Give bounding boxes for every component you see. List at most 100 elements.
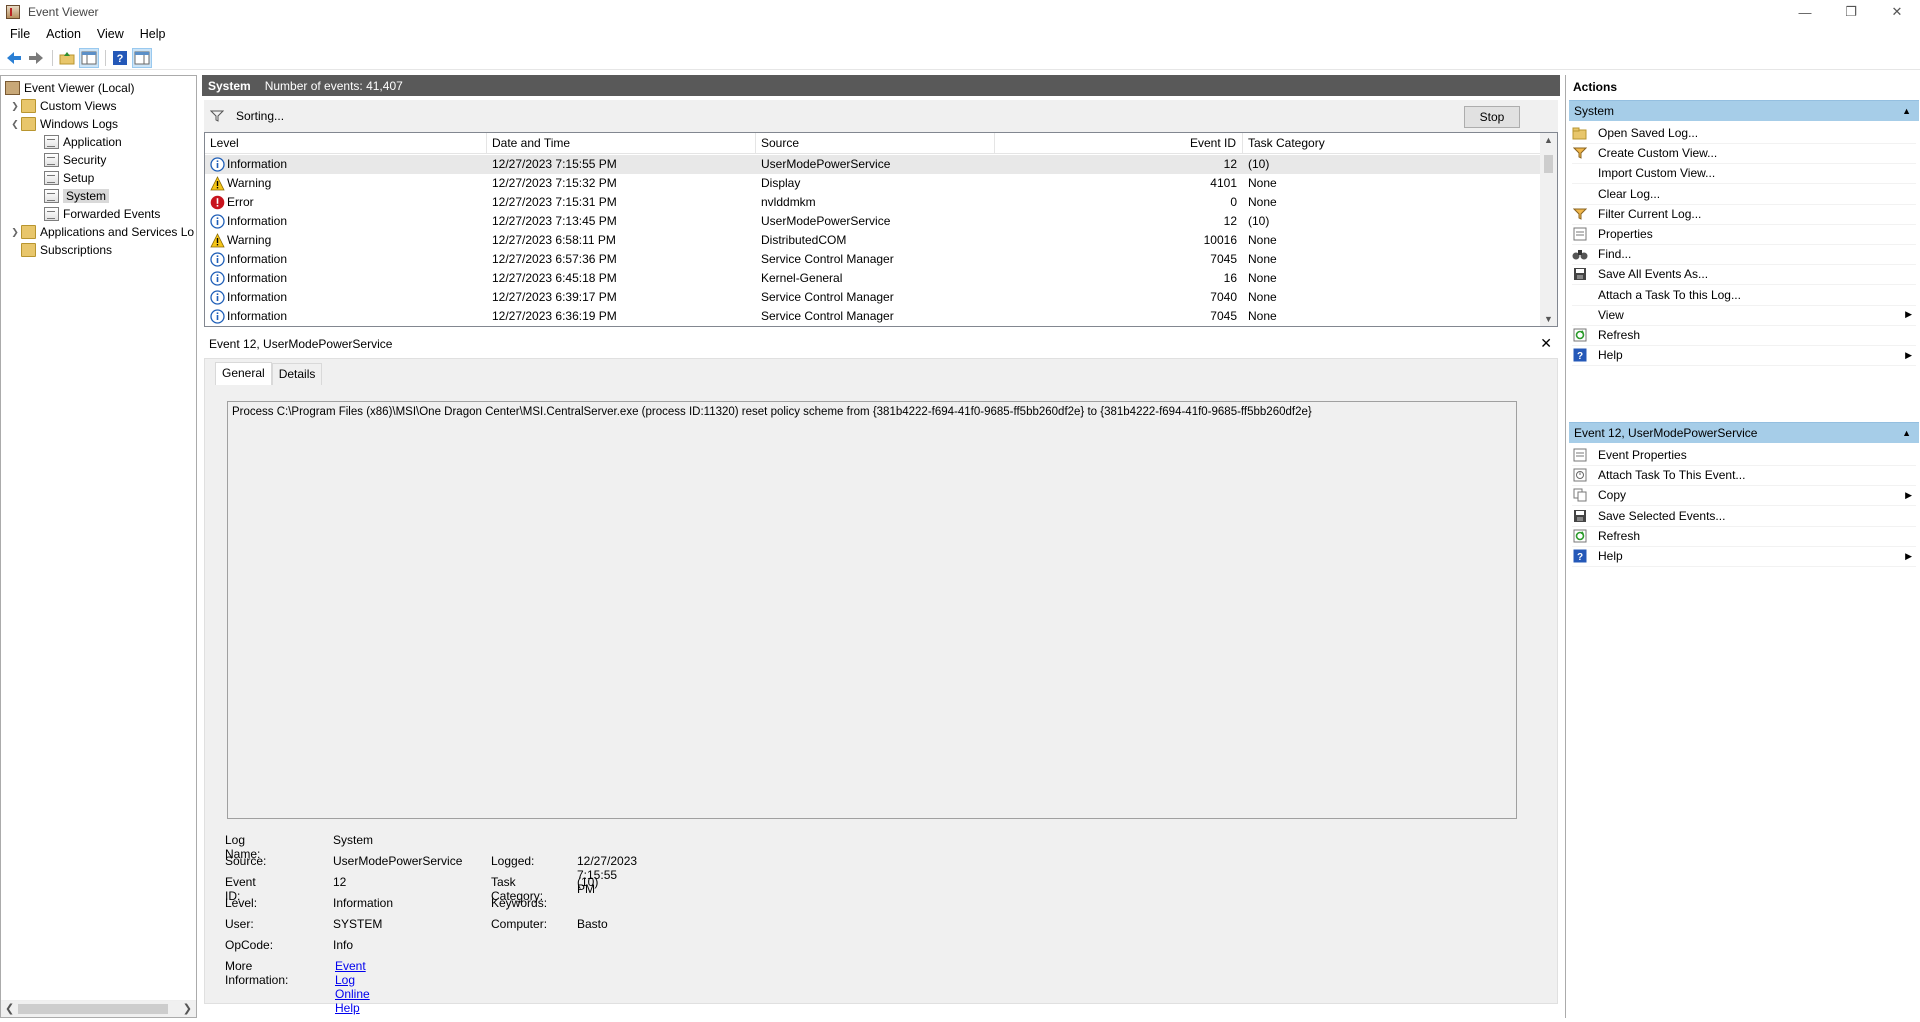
cell-task-category: None (1248, 233, 1277, 247)
table-row[interactable]: Information 12/27/2023 6:57:36 PM Service … (205, 250, 1541, 269)
minimize-button[interactable]: — (1782, 0, 1828, 24)
action-find[interactable]: Find... (1572, 244, 1916, 266)
action-copy[interactable]: Copy ▶ (1572, 485, 1916, 507)
action-open-saved-log[interactable]: Open Saved Log... (1572, 123, 1916, 144)
table-row[interactable]: Error 12/27/2023 7:15:31 PM nvlddmkm 0 None (205, 193, 1541, 212)
copy-icon (1572, 487, 1588, 503)
tree-item-application[interactable]: Application (44, 133, 122, 151)
restore-button[interactable]: ❐ (1828, 0, 1874, 24)
column-level[interactable]: Level (205, 133, 487, 154)
tree-item-custom-views[interactable]: ❯ Custom Views (9, 97, 116, 115)
table-row[interactable]: Information 12/27/2023 6:36:19 PM Service … (205, 307, 1541, 326)
show-hide-action-pane-icon[interactable] (132, 47, 152, 68)
value-opcode[interactable]: Info (333, 938, 353, 952)
cell-event-id: 7045 (1210, 252, 1237, 266)
cell-event-id: 12 (1223, 157, 1237, 171)
tree-item-forwarded-events[interactable]: Forwarded Events (44, 205, 160, 223)
scrollbar-thumb[interactable] (18, 1004, 168, 1014)
chevron-right-icon[interactable]: ❯ (9, 101, 21, 112)
tree-item-event-viewer-local[interactable]: Event Viewer (Local) (5, 79, 135, 97)
scroll-up-icon[interactable]: ▲ (1544, 135, 1553, 145)
scroll-right-icon[interactable]: ❯ (183, 1002, 192, 1015)
tree-item-security[interactable]: Security (44, 151, 106, 169)
tree-item-subscriptions[interactable]: Subscriptions (21, 241, 112, 259)
tree-horizontal-scrollbar[interactable]: ❮ ❯ (1, 1000, 196, 1017)
tab-details[interactable]: Details (271, 363, 323, 385)
value-computer[interactable]: Basto (577, 917, 608, 931)
event-viewer-icon (5, 81, 20, 95)
cell-task-category: None (1248, 252, 1277, 266)
table-row[interactable]: Information 12/27/2023 7:13:45 PM UserMode… (205, 212, 1541, 231)
tab-general[interactable]: General (215, 362, 272, 385)
action-import-custom-view[interactable]: Import Custom View... (1572, 163, 1916, 185)
help-icon[interactable]: ? (110, 48, 130, 68)
warning-icon (210, 233, 225, 248)
action-event-properties[interactable]: Event Properties (1572, 445, 1916, 466)
collapse-icon[interactable]: ▲ (1902, 106, 1911, 116)
column-date-time[interactable]: Date and Time (487, 133, 756, 154)
event-description[interactable]: Process C:\Program Files (x86)\MSI\One D… (227, 401, 1517, 819)
back-arrow-icon[interactable] (4, 48, 24, 68)
action-create-custom-view[interactable]: Create Custom View... (1572, 143, 1916, 165)
close-button[interactable]: ✕ (1874, 0, 1920, 24)
action-help[interactable]: ? Help ▶ (1572, 345, 1916, 367)
stop-button[interactable]: Stop (1464, 106, 1520, 128)
action-label: Refresh (1598, 328, 1641, 342)
action-attach-a-task-to-this-log[interactable]: Attach a Task To this Log... (1572, 285, 1916, 306)
action-view[interactable]: View ▶ (1572, 305, 1916, 326)
action-label: Clear Log... (1598, 186, 1661, 201)
action-save-all-events-as[interactable]: Save All Events As... (1572, 264, 1916, 286)
show-hide-console-tree-icon[interactable] (79, 47, 99, 68)
table-row[interactable]: Warning 12/27/2023 7:15:32 PM Display 4101 N… (205, 174, 1541, 193)
event-log-online-help-link[interactable]: Event Log Online Help (335, 959, 370, 1015)
action-filter-current-log[interactable]: Filter Current Log... (1572, 204, 1916, 225)
value-source[interactable]: UserModePowerService (333, 854, 462, 868)
chevron-right-icon[interactable]: ❯ (9, 227, 21, 238)
value-log-name[interactable]: System (333, 833, 373, 847)
value-event-id[interactable]: 12 (333, 875, 346, 889)
actions-section-event[interactable]: Event 12, UserModePowerService ▲ (1569, 422, 1919, 443)
chevron-down-icon[interactable]: ❮ (9, 119, 21, 130)
action-save-selected-events[interactable]: Save Selected Events... (1572, 506, 1916, 527)
up-folder-icon[interactable] (57, 48, 77, 68)
actions-section-system[interactable]: System ▲ (1569, 100, 1919, 121)
action-help[interactable]: ? Help ▶ (1572, 546, 1916, 567)
close-icon[interactable]: ✕ (1540, 335, 1552, 352)
scroll-down-icon[interactable]: ▼ (1544, 314, 1553, 324)
action-properties[interactable]: Properties (1572, 224, 1916, 245)
action-refresh[interactable]: Refresh (1572, 526, 1916, 547)
column-task-category[interactable]: Task Category (1243, 133, 1541, 154)
action-refresh[interactable]: Refresh (1572, 325, 1916, 346)
table-row[interactable]: Information 12/27/2023 7:15:55 PM UserMode… (205, 155, 1541, 174)
value-level[interactable]: Information (333, 896, 393, 910)
menu-help[interactable]: Help (130, 27, 172, 41)
table-row[interactable]: Information 12/27/2023 6:45:18 PM Kernel-G… (205, 269, 1541, 288)
menu-action[interactable]: Action (36, 27, 87, 41)
table-vertical-scrollbar[interactable]: ▲ ▼ (1540, 133, 1557, 326)
error-icon (210, 195, 225, 210)
tree-item-windows-logs[interactable]: ❮ Windows Logs (9, 115, 118, 133)
collapse-icon[interactable]: ▲ (1902, 428, 1911, 438)
tree-item-system[interactable]: System (44, 187, 110, 205)
menu-file[interactable]: File (0, 27, 36, 41)
action-attach-task-to-this-event[interactable]: Attach Task To This Event... (1572, 465, 1916, 487)
tree-item-setup[interactable]: Setup (44, 169, 94, 187)
scrollbar-thumb[interactable] (1544, 155, 1553, 173)
table-row[interactable]: Information 12/27/2023 6:39:17 PM Service … (205, 288, 1541, 307)
forward-arrow-icon[interactable] (26, 48, 46, 68)
column-event-id[interactable]: Event ID (995, 133, 1243, 154)
scroll-left-icon[interactable]: ❮ (5, 1002, 14, 1015)
value-task-category[interactable]: (10) (577, 875, 598, 889)
cell-event-id: 7045 (1210, 309, 1237, 323)
value-user[interactable]: SYSTEM (333, 917, 382, 931)
menu-view[interactable]: View (87, 27, 130, 41)
column-source[interactable]: Source (756, 133, 995, 154)
cell-source: nvlddmkm (761, 195, 816, 209)
task-icon (1572, 467, 1588, 483)
menu-bar: File Action View Help (0, 24, 1920, 44)
action-clear-log[interactable]: Clear Log... (1572, 184, 1916, 205)
tree-item-applications-and-services[interactable]: ❯ Applications and Services Lo (9, 223, 194, 241)
table-row[interactable]: Warning 12/27/2023 6:58:11 PM DistributedC… (205, 231, 1541, 250)
cell-task-category: None (1248, 176, 1277, 190)
log-icon (44, 135, 59, 149)
